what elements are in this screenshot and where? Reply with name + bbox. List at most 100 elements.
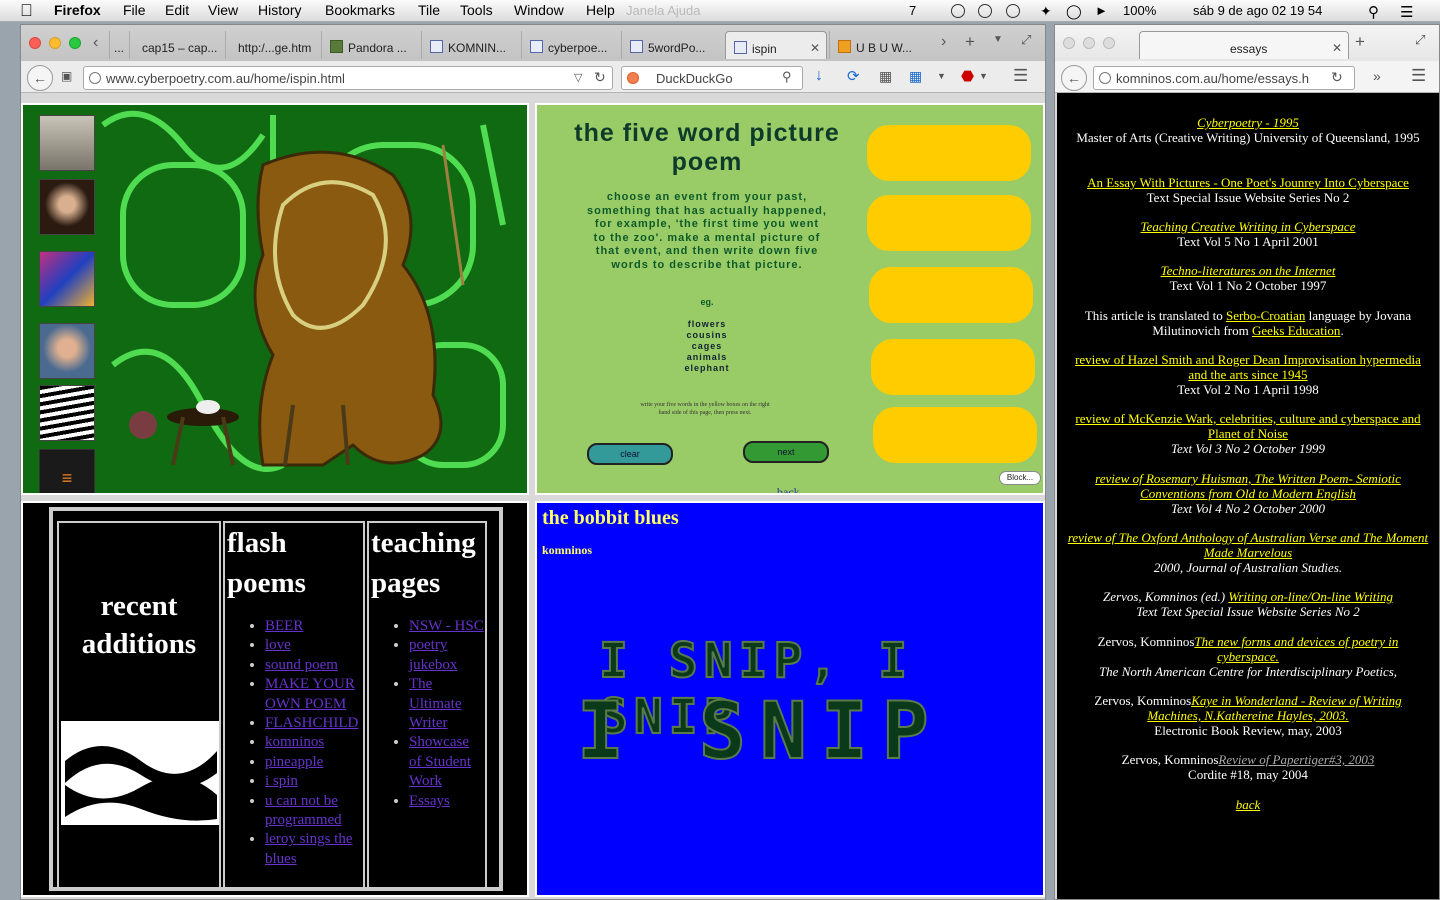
bluetooth-icon[interactable]: ✦ (1040, 3, 1052, 20)
tab-scroll-right-icon[interactable]: › (941, 33, 946, 51)
tab[interactable]: KOMNIN... (421, 31, 521, 59)
url-dropdown-icon[interactable]: ▽ (574, 71, 582, 84)
essay-link[interactable]: review of Rosemary Huisman, The Written … (1095, 471, 1401, 501)
word-input-2[interactable] (867, 195, 1031, 251)
hamburger-menu-icon[interactable]: ☰ (1013, 66, 1028, 86)
hamburger-menu-icon[interactable]: ☰ (1411, 66, 1426, 86)
thumbnail-image[interactable] (39, 115, 95, 171)
clock-icon[interactable] (1006, 4, 1020, 18)
flash-poem-link[interactable]: komninos (265, 734, 324, 750)
overflow-chevron-icon[interactable]: » (1373, 68, 1381, 84)
menu-app[interactable]: Firefox (54, 2, 101, 18)
thumbnail-image[interactable] (39, 179, 95, 235)
menu-list-icon[interactable]: ☰ (1400, 3, 1413, 21)
battery-percent[interactable]: 100% (1123, 3, 1156, 18)
thumbnail-image[interactable] (39, 323, 95, 379)
menu-tools[interactable]: Tools (460, 2, 493, 18)
essay-link[interactable]: Cyberpoetry - 1995 (1197, 115, 1299, 130)
flash-poem-link[interactable]: pineapple (265, 754, 323, 770)
menu-file[interactable]: File (123, 2, 146, 18)
thumbnail-image[interactable] (39, 251, 95, 307)
close-tab-icon[interactable]: ✕ (1332, 41, 1342, 55)
flash-poem-link[interactable]: FLASHCHILD (265, 715, 358, 731)
essay-link[interactable]: Techno-literatures on the Internet (1161, 263, 1336, 278)
tile-icon[interactable]: ▦ (909, 68, 922, 85)
tab-list-icon[interactable]: ▼ (993, 34, 1003, 45)
flash-poem-link[interactable]: leroy sings the blues (265, 831, 353, 866)
essay-link[interactable]: review of Hazel Smith and Roger Dean Imp… (1075, 352, 1421, 382)
essay-link[interactable]: The new forms and devices of poetry in c… (1194, 634, 1398, 664)
recent-additions-heading[interactable]: recent additions (59, 587, 219, 663)
menu-history[interactable]: History (258, 2, 302, 18)
word-input-5[interactable] (873, 407, 1037, 463)
reload-icon[interactable]: ↻ (1331, 69, 1343, 86)
fullscreen-icon[interactable]: ⤢ (1021, 32, 1031, 48)
tab[interactable]: U B U W... (829, 31, 929, 59)
menu-edit[interactable]: Edit (165, 2, 189, 18)
new-tab-button[interactable]: + (1355, 32, 1365, 52)
teaching-link[interactable]: Essays (409, 793, 450, 809)
menu-bookmarks[interactable]: Bookmarks (325, 2, 395, 18)
minimize-window-button[interactable] (49, 37, 61, 49)
flash-poem-link[interactable]: i spin (265, 773, 298, 789)
back-button[interactable]: ← (27, 65, 53, 91)
status-icon[interactable] (978, 4, 992, 18)
sync-icon[interactable]: ⟳ (847, 67, 860, 85)
tile-dropdown-icon[interactable]: ▼ (937, 71, 946, 81)
serbo-croatian-link[interactable]: Serbo-Croatian (1226, 308, 1305, 323)
teaching-link[interactable]: Showcase of Student Work (409, 734, 471, 789)
thumbnail-image[interactable]: ≡ (39, 449, 95, 493)
datetime[interactable]: sáb 9 de ago 02 19 54 (1193, 3, 1322, 18)
url-bar[interactable]: komninos.com.au/home/essays.h (1093, 66, 1355, 90)
identity-icon[interactable]: ▣ (61, 69, 72, 83)
tab[interactable]: ... (109, 31, 129, 59)
tab[interactable]: cyberpoe... (521, 31, 621, 59)
search-icon[interactable]: ⚲ (782, 69, 792, 85)
clear-button[interactable]: clear (587, 443, 673, 465)
underground-graphic[interactable] (61, 721, 219, 825)
apple-icon[interactable]:  (20, 1, 33, 21)
grid-icon[interactable]: ▦ (879, 68, 892, 85)
back-link[interactable]: back (1236, 797, 1261, 812)
tab[interactable]: Pandora ... (321, 31, 421, 59)
flash-poem-link[interactable]: MAKE YOUR OWN POEM (265, 676, 355, 711)
teaching-link[interactable]: The Ultimate Writer (409, 676, 462, 731)
menu-tile[interactable]: Tile (418, 2, 440, 18)
tab-active[interactable]: essays ✕ (1139, 31, 1349, 59)
next-button[interactable]: next (743, 441, 829, 463)
search-icon[interactable]: ⚲ (1368, 3, 1379, 21)
essay-link[interactable]: Writing on-line/On-line Writing (1228, 589, 1393, 604)
teaching-link[interactable]: NSW - HSC (409, 618, 484, 634)
wifi-icon[interactable]: ◯ (1066, 3, 1082, 20)
tab[interactable]: cap15 – cap... (129, 31, 225, 59)
tab-active[interactable]: ispin ✕ (725, 31, 827, 59)
essay-link[interactable]: Review of Papertiger#3, 2003 (1218, 752, 1374, 767)
menu-window[interactable]: Window (514, 2, 564, 18)
tab-scroll-left-icon[interactable]: ‹ (93, 34, 98, 52)
teaching-link[interactable]: poetry jukebox (409, 637, 457, 672)
flash-poem-link[interactable]: sound poem (265, 657, 338, 673)
word-input-3[interactable] (869, 267, 1033, 323)
zoom-window-button[interactable] (1103, 37, 1115, 49)
new-tab-button[interactable]: + (965, 32, 975, 52)
thumbnail-image[interactable] (39, 385, 95, 441)
search-bar[interactable]: DuckDuckGo ⚲ (621, 66, 803, 90)
flash-poem-link[interactable]: love (265, 637, 291, 653)
flash-poem-link[interactable]: u can not be programmed (265, 793, 342, 828)
status-icon[interactable] (951, 4, 965, 18)
fullscreen-icon[interactable]: ⤢ (1415, 32, 1425, 48)
tab[interactable]: http:/...ge.htm (225, 31, 321, 59)
volume-icon[interactable]: ► (1095, 3, 1108, 18)
url-bar[interactable]: www.cyberpoetry.com.au/home/ispin.html ▽… (83, 66, 613, 90)
download-icon[interactable]: ↓ (815, 67, 823, 85)
close-tab-icon[interactable]: ✕ (810, 41, 820, 55)
back-button[interactable]: ← (1061, 65, 1087, 91)
adblock-dropdown-icon[interactable]: ▼ (979, 71, 988, 81)
essay-link[interactable]: review of The Oxford Anthology of Austra… (1068, 530, 1428, 560)
reload-icon[interactable]: ↻ (594, 69, 606, 86)
geeks-education-link[interactable]: Geeks Education (1252, 323, 1340, 338)
menu-help[interactable]: Help (586, 2, 615, 18)
essay-link[interactable]: review of McKenzie Wark, celebrities, cu… (1075, 411, 1420, 441)
notification-count[interactable]: 7 (909, 3, 916, 18)
minimize-window-button[interactable] (1083, 37, 1095, 49)
